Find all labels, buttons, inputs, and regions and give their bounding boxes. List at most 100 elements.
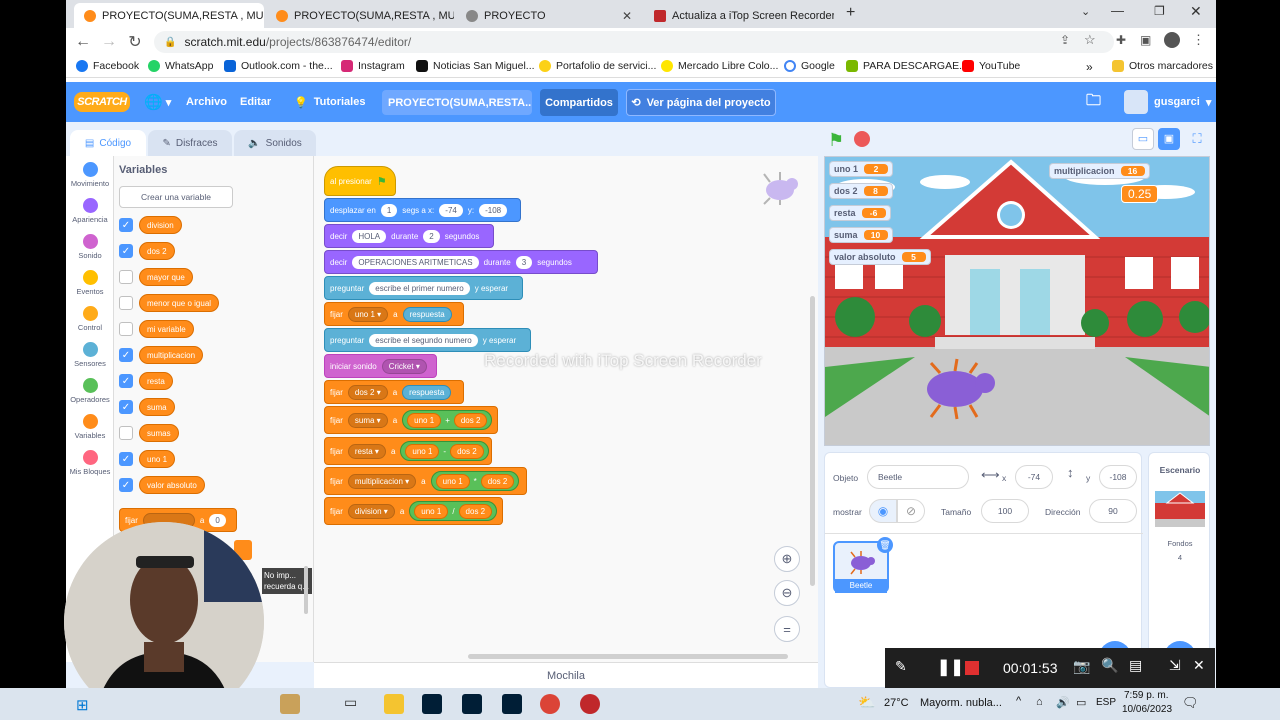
profile-avatar[interactable] [1164,32,1180,48]
file-explorer-icon[interactable] [384,694,404,714]
set-variable-block[interactable]: fijar multiplicacion ▾ a uno 1 * dos 2 [324,467,527,495]
category-variables[interactable]: Variables [66,414,114,440]
bookmark-google[interactable]: Google [784,60,835,72]
variable-checkbox[interactable]: ✓ [119,452,133,466]
value-input[interactable]: 0 [209,513,226,527]
set-variable-block[interactable]: fijar division ▾ a uno 1/dos 2 [324,497,503,525]
extensions-icon[interactable]: ✚ [1116,33,1126,47]
fullscreen-icon[interactable]: ⛶ [1186,128,1208,150]
variable-reporter[interactable]: valor absoluto [139,476,205,494]
file-menu[interactable]: Archivo [186,82,227,122]
direction-input[interactable]: 90 [1089,499,1137,523]
divide-operator-block[interactable]: uno 1/dos 2 [409,501,498,521]
bookmark-mercadolibre[interactable]: Mercado Libre Colo... [661,60,778,72]
bookmark-youtube[interactable]: YouTube [962,60,1020,72]
when-flag-clicked-hat-block[interactable]: al presionar ⚑ [324,166,396,196]
new-tab-icon[interactable]: + [846,4,855,22]
network-icon[interactable]: ⌂ [1036,696,1043,708]
script-horizontal-scrollbar[interactable] [468,654,788,659]
y-input[interactable]: -108 [1099,465,1137,489]
tab-code[interactable]: ▤ Código [70,130,146,156]
stop-record-icon[interactable] [965,661,979,675]
tray-chevron-icon[interactable]: ^ [1016,695,1021,707]
script-area[interactable]: al presionar ⚑ desplazar en 1 segs a x: -74 y… [314,156,818,662]
pen-icon[interactable]: ✎ [895,658,907,675]
photoshop-icon[interactable] [422,694,442,714]
tab-sounds[interactable]: 🔈 Sonidos [234,130,316,156]
bookmark-star-icon[interactable]: ☆ [1084,32,1096,48]
tab-search-icon[interactable]: ⌄ [1081,5,1090,18]
minimize-recorder-icon[interactable]: ⇲ [1169,657,1181,674]
camera-icon[interactable]: 📷 [1073,658,1090,675]
variable-reporter[interactable]: mi variable [139,320,194,338]
variable-reporter[interactable]: suma [139,398,175,416]
notifications-icon[interactable]: 🗨 [1182,695,1199,711]
green-flag-icon[interactable]: ⚑ [828,130,844,151]
set-variable-block[interactable]: fijar resta ▾ a uno 1- dos 2 [324,437,492,465]
variable-checkbox[interactable]: ✓ [119,400,133,414]
variable-reporter[interactable]: uno 1 [139,450,176,468]
photoshop-icon[interactable] [462,694,482,714]
script-vertical-scrollbar[interactable] [810,296,815,586]
large-variable-monitor[interactable]: 0.25 [1121,185,1159,203]
restore-icon[interactable]: ❐ [1154,4,1165,18]
bookmark-facebook[interactable]: Facebook [76,60,139,72]
bookmark-descargas[interactable]: PARA DESCARGAE... [846,60,968,72]
x-input[interactable]: -74 [1015,465,1053,489]
variable-checkbox[interactable]: ✓ [119,478,133,492]
itop-recorder-icon[interactable] [580,694,600,714]
hide-sprite-eye-icon[interactable]: ⊘ [897,499,925,523]
subtract-operator-block[interactable]: uno 1- dos 2 [400,441,489,461]
category-my-blocks[interactable]: Mis Bloques [66,450,114,476]
variable-checkbox[interactable] [119,270,133,284]
sprite-thumbnail[interactable]: Beetle 🗑 [833,537,893,593]
category-operators[interactable]: Operadores [66,378,114,404]
variable-checkbox[interactable]: ✓ [119,244,133,258]
tab-2[interactable]: PROYECTO(SUMA,RESTA , MULTI ✕ [266,3,454,28]
make-variable-button[interactable]: Crear una variable [119,186,233,208]
language-menu[interactable]: 🌐 ▾ [144,82,171,122]
stop-icon[interactable] [854,131,870,147]
category-sound[interactable]: Sonido [66,234,114,260]
browser-menu-icon[interactable]: ⋮ [1192,32,1205,48]
size-input[interactable]: 100 [981,499,1029,523]
tab-4[interactable]: Actualiza a iTop Screen Recorder ✕ [644,3,834,28]
bookmark-outlook[interactable]: Outlook.com - the... [224,60,333,72]
tab-3[interactable]: PROYECTO ✕ [456,3,642,28]
battery-icon[interactable]: ▭ [1076,696,1086,709]
back-icon[interactable]: ← [70,33,96,51]
sprite-name-input[interactable]: Beetle [867,465,969,489]
bookmark-instagram[interactable]: Instagram [341,60,405,72]
more-bookmarks-icon[interactable]: » [1086,60,1093,74]
weather-cloud-icon[interactable]: ⛅ [858,694,875,711]
edit-menu[interactable]: Editar [240,82,271,122]
set-variable-block[interactable]: fijar uno 1 ▾ a respuesta [324,302,464,326]
variable-monitor[interactable]: resta -6 [829,205,891,221]
variable-reporter[interactable]: sumas [139,424,179,442]
photoshop-icon[interactable] [502,694,522,714]
palette-scrollbar[interactable] [304,566,308,614]
variable-monitor[interactable]: uno 12 [829,161,893,177]
variable-checkbox[interactable] [119,296,133,310]
variable-reporter[interactable]: dos 2 [139,242,175,260]
windows-start-icon[interactable]: ⊞ [76,696,89,714]
set-variable-block[interactable]: fijar dos 2 ▾ a respuesta [324,380,464,404]
close-recorder-icon[interactable]: ✕ [1193,657,1205,674]
scratch-logo[interactable]: SCRATCH [74,92,130,112]
view-project-page-button[interactable]: ⟲ Ver página del proyecto [626,89,776,116]
show-sprite-eye-icon[interactable]: ◉ [869,499,897,523]
variable-checkbox[interactable]: ✓ [119,218,133,232]
bookmark-otros[interactable]: Otros marcadores [1112,60,1213,72]
zoom-in-icon[interactable]: ⊕ [774,546,800,572]
taskbar-app-icon[interactable] [280,694,300,714]
variable-checkbox[interactable]: ✓ [119,348,133,362]
minimize-icon[interactable]: — [1111,3,1124,18]
share-page-icon[interactable]: ⇪ [1060,33,1070,47]
close-window-icon[interactable]: ✕ [1190,3,1202,20]
project-title-input[interactable]: PROYECTO(SUMA,RESTA... [382,90,532,115]
say-for-secs-block[interactable]: decir HOLA durante 2 segundos [324,224,494,248]
url-field[interactable]: 🔒 scratch.mit.edu/projects/863876474/edi… [154,31,1114,53]
category-events[interactable]: Eventos [66,270,114,296]
variable-reporter[interactable]: menor que o igual [139,294,220,312]
close-tab-icon[interactable]: ✕ [622,9,632,23]
